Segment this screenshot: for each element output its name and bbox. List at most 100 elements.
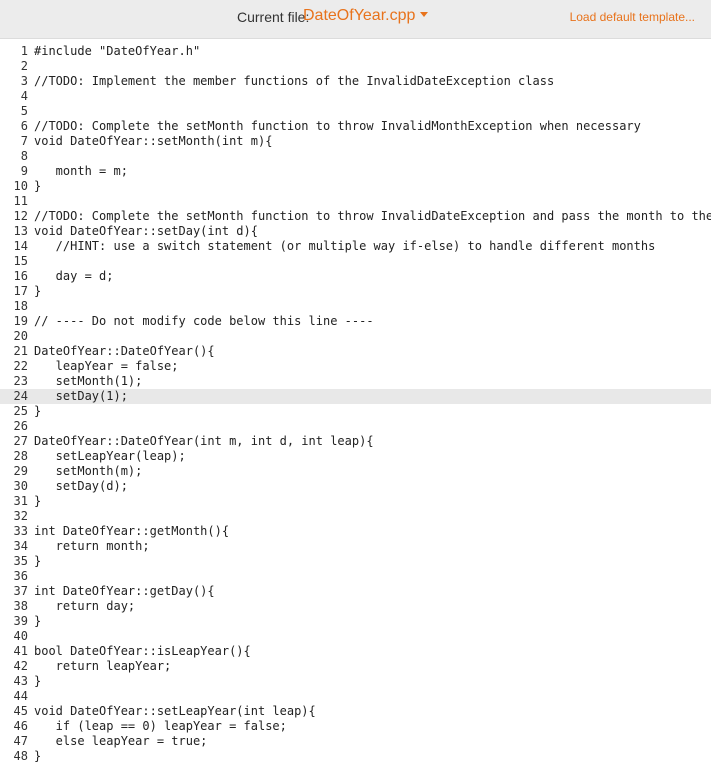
code-line[interactable]: 16 day = d; [0,269,711,284]
code-line[interactable]: 12 //TODO: Complete the setMonth function… [0,209,711,224]
code-text: setLeapYear(leap); [34,449,186,463]
code-line[interactable]: 43} [0,674,711,689]
line-number: 44 [13,689,28,703]
line-number: 7 [20,134,28,148]
code-line[interactable]: 2 [0,59,711,74]
code-line[interactable]: 4 [0,89,711,104]
code-text: DateOfYear::DateOfYear(int m, int d, int… [34,434,374,448]
code-text: } [34,749,42,763]
code-line[interactable]: 17} [0,284,711,299]
code-line[interactable]: 32 [0,509,711,524]
code-text: setMonth(1); [34,374,143,388]
line-number: 24 [13,389,28,403]
line-number: 10 [13,179,28,193]
code-text: DateOfYear::DateOfYear(){ [34,344,215,358]
code-line[interactable]: 45 void DateOfYear::setLeapYear(int leap)… [0,704,711,719]
code-text: } [34,674,42,688]
code-line[interactable]: 15 [0,254,711,269]
code-text: } [34,554,42,568]
code-line[interactable]: 14 //HINT: use a switch statement (or mu… [0,239,711,254]
code-text: bool DateOfYear::isLeapYear(){ [34,644,251,658]
code-text: // ---- Do not modify code below this li… [34,314,374,328]
line-number: 22 [13,359,28,373]
code-line[interactable]: 47 else leapYear = true; [0,734,711,749]
code-line[interactable]: 18 [0,299,711,314]
code-line[interactable]: 37 int DateOfYear::getDay(){ [0,584,711,599]
code-text: return day; [34,599,136,613]
code-text: return month; [34,539,150,553]
code-text: } [34,404,42,418]
code-line[interactable]: 26 [0,419,711,434]
code-line[interactable]: 24 setDay(1); [0,389,711,404]
code-editor[interactable]: 1 #include "DateOfYear.h" 2 3 //TODO: Implem… [0,38,711,764]
line-number: 17 [13,284,28,298]
code-line[interactable]: 13 void DateOfYear::setDay(int d){ [0,224,711,239]
code-lines: 1 #include "DateOfYear.h" 2 3 //TODO: Implem… [0,44,711,764]
code-text: setMonth(m); [34,464,143,478]
code-line[interactable]: 41 bool DateOfYear::isLeapYear(){ [0,644,711,659]
line-number: 33 [13,524,28,538]
code-text: void DateOfYear::setMonth(int m){ [34,134,273,148]
line-number: 6 [20,119,28,133]
line-number: 42 [13,659,28,673]
line-number: 4 [20,89,28,103]
code-line[interactable]: 21 DateOfYear::DateOfYear(){ [0,344,711,359]
code-line[interactable]: 22 leapYear = false; [0,359,711,374]
code-line[interactable]: 20 [0,329,711,344]
code-line[interactable]: 39} [0,614,711,629]
code-text: int DateOfYear::getDay(){ [34,584,215,598]
line-number: 14 [13,239,28,253]
line-number: 19 [13,314,28,328]
line-number: 26 [13,419,28,433]
code-line[interactable]: 36 [0,569,711,584]
line-number: 34 [13,539,28,553]
code-line[interactable]: 31} [0,494,711,509]
code-line[interactable]: 10} [0,179,711,194]
line-number: 11 [13,194,28,208]
code-text: void DateOfYear::setDay(int d){ [34,224,258,238]
code-line[interactable]: 1 #include "DateOfYear.h" [0,44,711,59]
code-line[interactable]: 7 void DateOfYear::setMonth(int m){ [0,134,711,149]
line-number: 31 [13,494,28,508]
code-line[interactable]: 11 [0,194,711,209]
caret-down-icon [420,12,429,18]
line-number: 43 [13,674,28,688]
code-text: } [34,179,42,193]
code-text: //TODO: Implement the member functions o… [34,74,555,88]
code-line[interactable]: 29 setMonth(m); [0,464,711,479]
code-text: //TODO: Complete the setMonth function t… [34,119,641,133]
code-line[interactable]: 33 int DateOfYear::getMonth(){ [0,524,711,539]
line-number: 8 [20,149,28,163]
code-line[interactable]: 25} [0,404,711,419]
code-line[interactable]: 38 return day; [0,599,711,614]
current-file-label: Current file: [237,9,310,25]
line-number: 27 [13,434,28,448]
code-line[interactable]: 40 [0,629,711,644]
code-line[interactable]: 30 setDay(d); [0,479,711,494]
code-line[interactable]: 23 setMonth(1); [0,374,711,389]
code-line[interactable]: 44 [0,689,711,704]
code-line[interactable]: 42 return leapYear; [0,659,711,674]
code-line[interactable]: 27 DateOfYear::DateOfYear(int m, int d, i… [0,434,711,449]
code-line[interactable]: 3 //TODO: Implement the member functions … [0,74,711,89]
code-line[interactable]: 9 month = m; [0,164,711,179]
line-number: 36 [13,569,28,583]
code-line[interactable]: 5 [0,104,711,119]
line-number: 48 [13,749,28,763]
code-line[interactable]: 28 setLeapYear(leap); [0,449,711,464]
code-line[interactable]: 34 return month; [0,539,711,554]
code-text: #include "DateOfYear.h" [34,44,201,58]
code-line[interactable]: 46 if (leap == 0) leapYear = false; [0,719,711,734]
code-line[interactable]: 48} [0,749,711,764]
code-line[interactable]: 19 // ---- Do not modify code below this … [0,314,711,329]
code-line[interactable]: 8 [0,149,711,164]
line-number: 37 [13,584,28,598]
current-file-dropdown[interactable]: DateOfYear.cpp [303,7,429,25]
load-default-template-link[interactable]: Load default template... [570,10,695,24]
line-number: 28 [13,449,28,463]
code-text: //TODO: Complete the setMonth function t… [34,209,711,223]
line-number: 13 [13,224,28,238]
code-line[interactable]: 6 //TODO: Complete the setMonth function … [0,119,711,134]
line-number: 16 [13,269,28,283]
code-line[interactable]: 35} [0,554,711,569]
